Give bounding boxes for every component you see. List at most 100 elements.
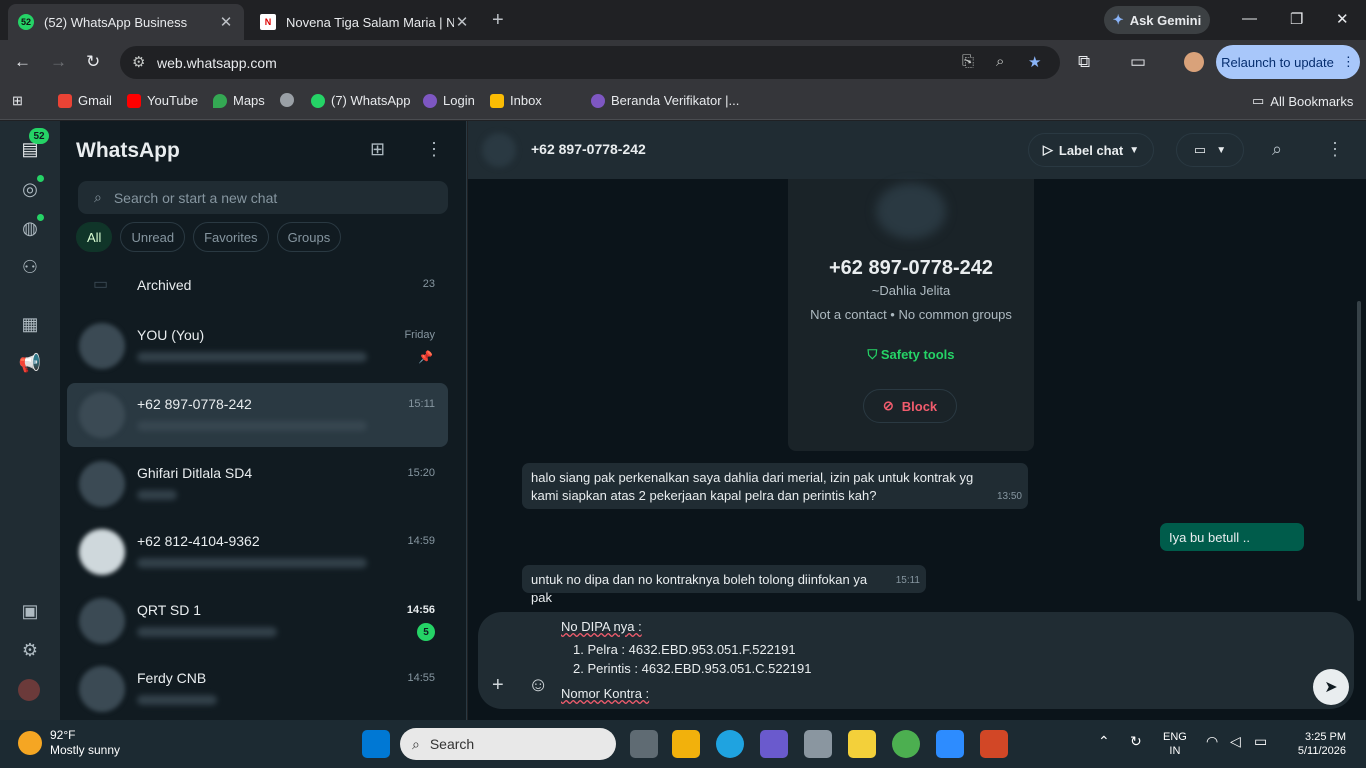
chat-row-selected[interactable]: +62 897-0778-242 15:11 [67,383,448,447]
chat-row[interactable]: Ferdy CNB 14:55 [67,657,448,720]
tab-search-icon[interactable]: ▭ [1130,52,1146,72]
contact-info-avatar [876,183,946,239]
tray-overflow-icon[interactable]: ⌃ [1098,734,1110,748]
bookmark-label: (7) WhatsApp [331,93,411,108]
apps-grid-icon[interactable]: ⊞ [12,93,23,109]
tab-novena[interactable]: N Novena Tiga Salam Maria | Nov ✕ [250,4,480,40]
filter-unread[interactable]: Unread [120,222,186,252]
extensions-icon[interactable]: ⧉ [1078,52,1090,72]
bookmark-youtube[interactable]: YouTube [127,93,198,108]
bookmark-login[interactable]: Login [423,93,475,108]
edge-icon[interactable] [716,730,744,758]
bookmark-label: Gmail [78,93,112,108]
new-chat-icon[interactable]: ⊞ [370,139,385,160]
chat-row[interactable]: QRT SD 1 14:56 5 [67,589,448,653]
start-icon[interactable] [362,730,390,758]
forward-icon[interactable]: → [50,52,67,72]
all-bookmarks[interactable]: ▭ All Bookmarks [1252,93,1353,109]
block-button[interactable]: ⊘ Block [863,389,957,423]
new-tab-icon[interactable]: + [492,9,504,32]
zoom-app-icon[interactable] [936,730,964,758]
relaunch-button[interactable]: Relaunch to update ⋮ [1216,45,1360,79]
conversation-header[interactable]: +62 897-0778-242 ▷ Label chat ▼ ▭ ▼ ⌕ ⋮ [468,121,1366,179]
chat-row[interactable]: +62 812-4104-9362 14:59 [67,520,448,584]
sync-icon[interactable]: ↻ [1130,734,1142,748]
filter-all[interactable]: All [76,222,113,252]
bookmark-gmail[interactable]: Gmail [58,93,112,108]
archived-row[interactable]: ▭ Archived 23 [67,252,448,316]
url-text: web.whatsapp.com [157,54,277,71]
close-tab-icon[interactable]: ✕ [218,13,234,31]
clock[interactable]: 3:25 PM 5/11/2026 [1290,730,1346,758]
install-app-icon[interactable]: ⎘ [962,53,974,70]
send-button[interactable]: ➤ [1313,669,1349,705]
label-chat-button[interactable]: ▷ Label chat ▼ [1028,133,1154,167]
battery-icon[interactable]: ▭ [1254,734,1267,748]
menu-icon[interactable]: ⋮ [1326,139,1344,160]
archived-label: Archived [137,277,192,293]
restore-icon[interactable]: ❐ [1290,10,1303,28]
bookmark-beranda[interactable]: Beranda Verifikator |... [591,93,739,108]
filter-favorites[interactable]: Favorites [193,222,269,252]
close-tab-icon[interactable]: ✕ [454,13,470,31]
zoom-icon[interactable]: ⌕ [996,53,1004,70]
block-label: Block [901,398,938,414]
draft-text[interactable]: Nomor Kontra : [561,686,649,701]
contact-avatar[interactable] [482,133,516,167]
conversation-scrollbar[interactable] [1357,301,1361,601]
emoji-sticker-icon[interactable]: ☺ [528,674,548,697]
sticky-notes-icon[interactable] [848,730,876,758]
chrome-icon[interactable] [892,730,920,758]
chat-row[interactable]: Ghifari Ditlala SD4 15:20 [67,452,448,516]
file-explorer-icon[interactable] [672,730,700,758]
volume-icon[interactable]: ◁ [1230,734,1241,748]
communities-icon[interactable]: ⚇ [18,257,42,281]
copilot-icon[interactable] [760,730,788,758]
profile-avatar[interactable] [1184,52,1204,72]
message-incoming[interactable]: untuk no dipa dan no kontraknya boleh to… [522,565,926,605]
chat-time: 15:11 [408,398,435,410]
ask-gemini-button[interactable]: ✦ Ask Gemini [1104,6,1210,34]
weather-widget[interactable]: 92°F Mostly sunny [18,728,120,758]
gmail-icon [58,93,72,108]
close-window-icon[interactable]: ✕ [1336,10,1349,28]
wifi-icon[interactable]: ◠ [1206,734,1218,748]
bookmark-star-icon[interactable]: ★ [1028,53,1041,71]
filter-groups[interactable]: Groups [276,222,342,252]
bookmark-globe[interactable] [280,93,294,107]
task-view-icon[interactable] [630,730,658,758]
attach-plus-icon[interactable]: + [492,674,504,697]
reload-icon[interactable]: ↻ [86,52,100,72]
tab-whatsapp[interactable]: 52 (52) WhatsApp Business ✕ [8,4,244,40]
message-composer[interactable]: + ☺ No DIPA nya : 1. Pelra : 4632.EBD.95… [478,612,1354,709]
video-call-button[interactable]: ▭ ▼ [1176,133,1244,167]
message-incoming[interactable]: halo siang pak perkenalkan saya dahlia d… [522,463,1028,509]
back-icon[interactable]: ← [14,52,31,72]
media-icon[interactable]: ▣ [18,601,42,625]
safety-tools-link[interactable]: ⛉ Safety tools [788,347,1034,363]
channels-icon[interactable]: ◍ [18,218,42,242]
message-outgoing[interactable]: Iya bu betull .. [1160,523,1304,551]
menu-icon[interactable]: ⋮ [425,139,443,160]
powerpoint-icon[interactable] [980,730,1008,758]
search-icon[interactable]: ⌕ [1272,139,1282,160]
settings-icon[interactable]: ⚙ [18,640,42,664]
taskbar-search[interactable]: ⌕ Search [400,728,616,760]
advertise-icon[interactable]: 📢 [18,353,42,377]
bookmark-maps[interactable]: Maps [213,93,265,108]
address-bar[interactable]: ⚙ web.whatsapp.com ⎘ ⌕ ★ [120,46,1060,79]
contact-title[interactable]: +62 897-0778-242 [531,141,646,157]
bookmark-inbox[interactable]: Inbox [490,93,542,108]
camera-icon[interactable] [804,730,832,758]
bookmark-whatsapp[interactable]: (7) WhatsApp [311,93,410,108]
language: ENG [1163,731,1187,743]
chat-row[interactable]: YOU (You) Friday 📌 [67,314,448,378]
search-input[interactable]: ⌕ Search or start a new chat [78,181,448,214]
profile-avatar[interactable] [18,679,40,701]
minimize-icon[interactable]: — [1242,10,1257,27]
site-info-icon[interactable]: ⚙ [132,53,145,71]
chat-filters: All Unread Favorites Groups [76,222,342,252]
status-icon[interactable]: ◎ [18,179,42,203]
language-indicator[interactable]: ENG IN [1163,730,1187,758]
catalog-icon[interactable]: ▦ [18,314,42,338]
